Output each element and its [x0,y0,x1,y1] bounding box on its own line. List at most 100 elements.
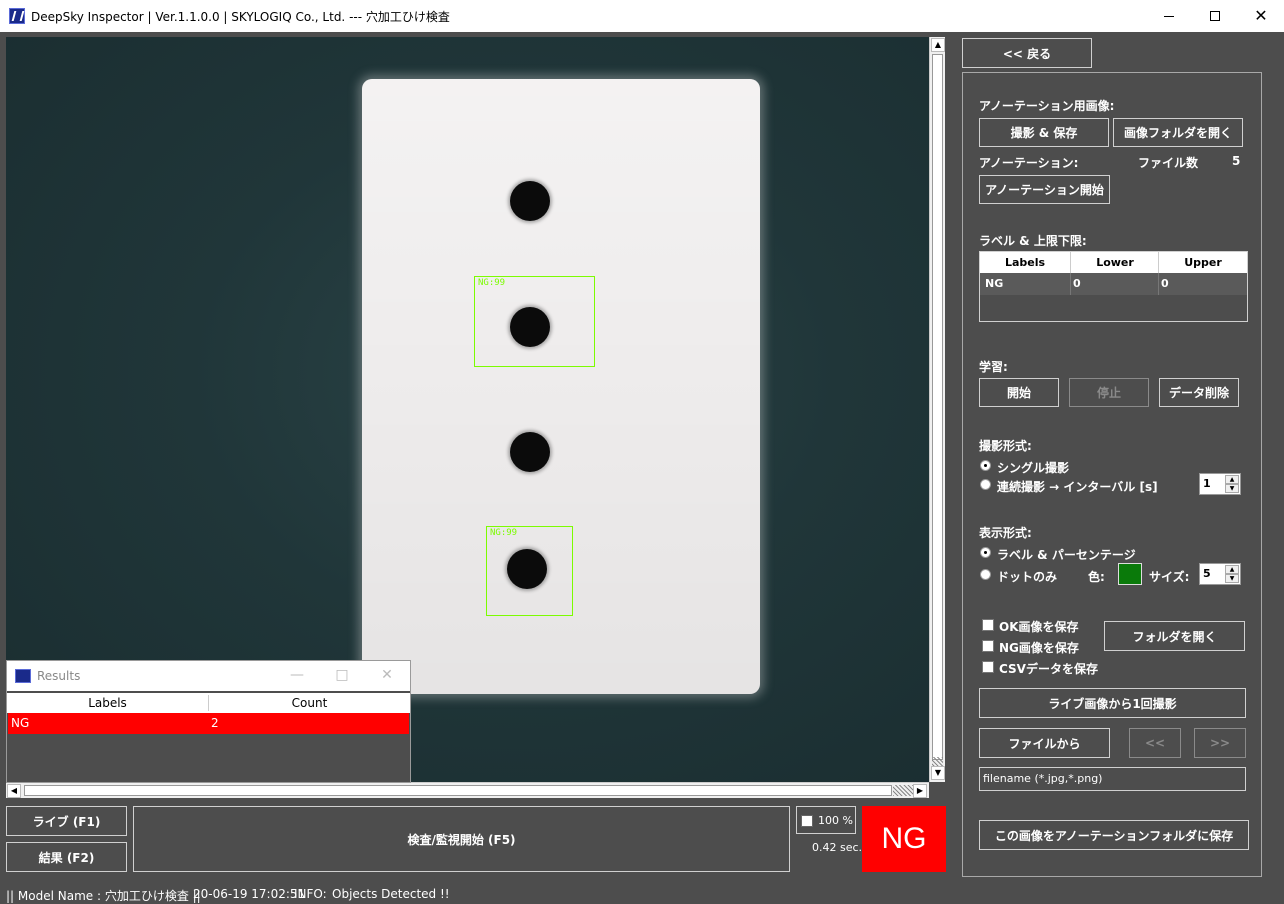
limits-upper-cell[interactable]: 0 [1161,277,1169,290]
maximize-button[interactable] [1192,0,1238,32]
window-title: DeepSky Inspector | Ver.1.1.0.0 | SKYLOG… [31,10,450,24]
results-maximize-icon[interactable]: □ [332,667,352,683]
minimize-icon [1164,16,1174,17]
save-ng-checkbox[interactable] [982,640,994,652]
limits-col-lower: Lower [1096,256,1134,269]
annotation-label: アノーテーション: [979,156,1079,170]
capture-once-button[interactable]: ライブ画像から1回撮影 [979,688,1246,718]
save-to-annotation-button[interactable]: この画像をアノーテーションフォルダに保存 [979,820,1249,850]
label-limits-label: ラベル & 上限下限: [979,234,1087,248]
detection-label: NG:99 [490,528,518,538]
scroll-down-icon[interactable]: ▼ [931,766,945,780]
label-limits-table[interactable]: Labels Lower Upper NG 0 0 [979,251,1248,322]
size-stepper[interactable]: 5 ▲ ▼ [1199,563,1241,585]
back-button[interactable]: << 戻る [962,38,1092,68]
result-count-cell: 2 [211,716,219,730]
verdict-badge: NG [862,806,946,872]
result-button[interactable]: 結果 (F2) [6,842,127,872]
stepper-down-icon[interactable]: ▼ [1225,574,1239,583]
capture-single-radio[interactable] [980,460,991,471]
results-close-icon[interactable]: ✕ [377,667,397,683]
results-title-bar[interactable]: Results — □ ✕ [7,661,410,691]
status-model: || Model Name : 穴加工ひけ検査 || [6,889,201,903]
display-dot-only-label: ドットのみ [997,570,1058,584]
live-button[interactable]: ライブ (F1) [6,806,127,836]
interval-value[interactable]: 1 [1203,477,1211,490]
display-mode-label: 表示形式: [979,526,1032,540]
save-csv-label: CSVデータを保存 [999,662,1098,676]
status-info-label: INFO: [294,887,327,901]
filename-field[interactable]: filename (*.jpg,*.png) [979,767,1246,791]
dot-color-swatch[interactable] [1118,563,1142,585]
capture-single-label: シングル撮影 [997,461,1070,475]
inspect-start-button[interactable]: 検査/監視開始 (F5) [133,806,790,872]
annotation-images-label: アノーテーション用画像: [979,99,1115,113]
app-logo-icon [9,8,25,24]
results-app-icon [15,669,31,683]
save-ok-checkbox[interactable] [982,619,994,631]
resize-grip-icon [893,785,913,796]
detection-label: NG:99 [478,278,506,288]
display-dot-only-radio[interactable] [980,569,991,580]
results-header: Labels Count [7,693,410,713]
stepper-up-icon[interactable]: ▲ [1225,565,1239,574]
hole [510,432,550,472]
train-start-button[interactable]: 開始 [979,378,1059,407]
from-file-button[interactable]: ファイルから [979,728,1110,758]
open-image-folder-button[interactable]: 画像フォルダを開く [1113,118,1243,147]
stepper-up-icon[interactable]: ▲ [1225,475,1239,484]
capture-continuous-label: 連続撮影 → インターバル [s] [997,480,1158,494]
start-annotation-button[interactable]: アノーテーション開始 [979,175,1110,204]
results-minimize-icon[interactable]: — [287,667,307,683]
detection-box: NG:99 [486,526,573,616]
results-col-labels: Labels [88,696,127,710]
zoom-100-toggle[interactable]: 100 % [796,806,856,834]
results-window: Results — □ ✕ Labels Count NG 2 [6,660,411,783]
save-csv-checkbox[interactable] [982,661,994,673]
color-label: 色: [1088,570,1105,584]
prev-image-button[interactable]: << [1129,728,1181,758]
table-row[interactable]: NG 0 0 [980,273,1247,295]
file-count-value: 5 [1232,154,1241,168]
status-timestamp: 20-06-19 17:02:51 [193,887,306,901]
limits-table-header: Labels Lower Upper [980,252,1247,273]
minimize-button[interactable] [1146,0,1192,32]
vertical-scroll-thumb[interactable] [932,54,943,760]
vertical-scrollbar[interactable]: ▲ ▼ [929,37,945,782]
hole [510,181,550,221]
zoom-checkbox[interactable] [801,815,813,827]
limits-lower-cell[interactable]: 0 [1073,277,1081,290]
data-delete-button[interactable]: データ削除 [1159,378,1239,407]
horizontal-scrollbar[interactable]: ◀ ▶ [6,782,929,798]
open-folder-button[interactable]: フォルダを開く [1104,621,1245,651]
capture-continuous-radio[interactable] [980,479,991,490]
interval-stepper[interactable]: 1 ▲ ▼ [1199,473,1241,495]
display-label-percent-label: ラベル & パーセンテージ [997,548,1136,562]
size-value[interactable]: 5 [1203,567,1211,580]
zoom-label: 100 % [818,814,853,827]
capture-save-button[interactable]: 撮影 & 保存 [979,118,1109,147]
horizontal-scroll-thumb[interactable] [24,785,892,796]
next-image-button[interactable]: >> [1194,728,1246,758]
close-button[interactable]: ✕ [1238,0,1284,32]
save-ng-label: NG画像を保存 [999,641,1079,655]
results-title: Results [37,669,81,683]
capture-mode-label: 撮影形式: [979,439,1032,453]
training-label: 学習: [979,360,1008,374]
size-label: サイズ: [1149,570,1190,584]
scroll-up-icon[interactable]: ▲ [931,38,945,52]
stepper-down-icon[interactable]: ▼ [1225,484,1239,493]
scroll-left-icon[interactable]: ◀ [7,784,21,798]
results-col-count: Count [291,696,328,710]
elapsed-time: 0.42 sec. [812,841,863,854]
display-label-percent-radio[interactable] [980,547,991,558]
table-row[interactable]: NG 2 [8,713,409,734]
file-count-label: ファイル数 [1138,156,1199,170]
limits-label-cell[interactable]: NG [985,277,1003,290]
status-bar: || Model Name : 穴加工ひけ検査 || 20-06-19 17:0… [0,882,1284,904]
detection-box: NG:99 [474,276,595,367]
result-label-cell: NG [11,716,30,730]
scroll-right-icon[interactable]: ▶ [913,784,927,798]
train-stop-button[interactable]: 停止 [1069,378,1149,407]
limits-col-labels: Labels [1004,256,1046,269]
